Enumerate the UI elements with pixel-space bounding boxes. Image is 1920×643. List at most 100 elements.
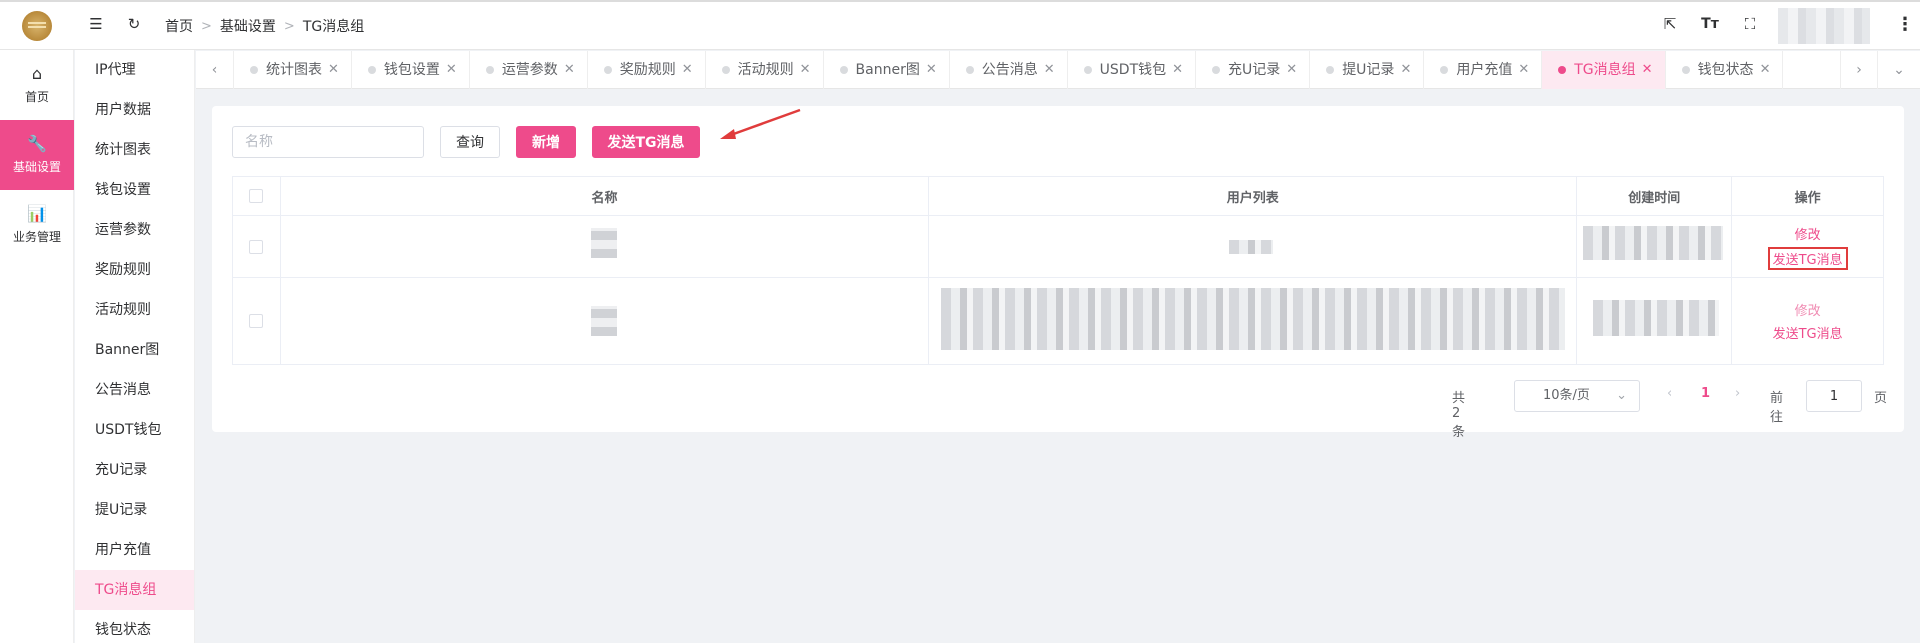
breadcrumb-home[interactable]: 首页	[165, 16, 193, 36]
close-icon[interactable]: ✕	[564, 51, 575, 89]
submenu-item-announcements[interactable]: 公告消息	[75, 370, 194, 410]
rail-item-home[interactable]: ⌂ 首页	[0, 50, 74, 120]
tab-activity-rules[interactable]: 活动规则 ✕	[706, 51, 824, 89]
tab-withdraw-records[interactable]: 提U记录 ✕	[1310, 51, 1425, 89]
submenu-item-reward-rules[interactable]: 奖励规则	[75, 250, 194, 290]
column-header-name: 名称	[281, 177, 930, 215]
home-icon: ⌂	[31, 64, 43, 83]
close-icon[interactable]: ✕	[926, 51, 937, 89]
tab-label: 运营参数	[501, 62, 558, 78]
tab-usdt-wallet[interactable]: USDT钱包 ✕	[1068, 51, 1197, 89]
tab-dot-icon	[839, 66, 848, 74]
submenu-item-wallet-status[interactable]: 钱包状态	[75, 610, 194, 643]
send-tg-message-button[interactable]: 发送TG消息	[592, 126, 700, 158]
page-size-select[interactable]: 10条/页 ⌄	[1514, 380, 1640, 412]
tabs-dropdown-icon[interactable]: ⌄	[1880, 51, 1918, 89]
submenu-item-stats-chart[interactable]: 统计图表	[75, 130, 194, 170]
redacted-name	[590, 228, 617, 258]
close-icon[interactable]: ✕	[1172, 51, 1183, 89]
rail-item-settings[interactable]: 🔧 基础设置	[0, 120, 74, 190]
tab-dot-icon	[1212, 66, 1221, 74]
pagination-total: 共 2 条	[1452, 391, 1466, 440]
page-suffix-label: 页	[1874, 391, 1888, 406]
submenu-item-deposit-records[interactable]: 充U记录	[75, 450, 194, 490]
close-icon[interactable]: ✕	[1286, 51, 1297, 89]
tab-reward-rules[interactable]: 奖励规则 ✕	[588, 51, 706, 89]
breadcrumb-separator-icon: >	[283, 18, 295, 34]
created-time-cell	[1577, 216, 1733, 277]
edit-link[interactable]: 修改	[1795, 300, 1821, 319]
tabs-scroll-right-icon[interactable]: ›	[1840, 51, 1878, 89]
tab-banner[interactable]: Banner图 ✕	[824, 51, 950, 89]
close-icon[interactable]: ✕	[328, 51, 339, 89]
tab-wallet-status[interactable]: 钱包状态 ✕	[1666, 51, 1784, 89]
submenu-item-withdraw-records[interactable]: 提U记录	[75, 490, 194, 530]
export-icon[interactable]: ⇱	[1660, 14, 1680, 34]
prev-page-icon[interactable]: ‹	[1667, 386, 1672, 401]
next-page-icon[interactable]: ›	[1735, 386, 1740, 401]
row-select-cell	[233, 216, 281, 277]
tab-dot-icon	[1083, 66, 1092, 74]
tab-user-recharge[interactable]: 用户充值 ✕	[1424, 51, 1543, 89]
refresh-icon[interactable]: ↻	[124, 14, 144, 34]
tab-label: Banner图	[855, 62, 920, 78]
avatar[interactable]	[1778, 8, 1870, 44]
tab-tg-group[interactable]: TG消息组 ✕	[1542, 51, 1666, 89]
close-icon[interactable]: ✕	[682, 51, 693, 89]
tab-operation-params[interactable]: 运营参数 ✕	[470, 51, 588, 89]
redacted-created-time	[1583, 226, 1724, 260]
submenu-item-usdt-wallet[interactable]: USDT钱包	[75, 410, 194, 450]
tab-dot-icon	[1326, 66, 1335, 74]
content-card: 查询 新增 发送TG消息 名称 用户列表 创建时间 操作 修改 发送TG消息	[212, 106, 1904, 440]
close-icon[interactable]: ✕	[1642, 51, 1653, 89]
send-tg-message-link[interactable]: 发送TG消息	[1773, 323, 1843, 342]
close-icon[interactable]: ✕	[1044, 51, 1055, 89]
close-icon[interactable]: ✕	[446, 51, 457, 89]
submenu-item-user-data[interactable]: 用户数据	[75, 90, 194, 130]
more-menu-icon[interactable]: ⋮	[1896, 14, 1914, 35]
query-button[interactable]: 查询	[440, 126, 500, 158]
fullscreen-icon[interactable]: ⛶	[1740, 14, 1760, 34]
actions-cell: 修改 发送TG消息	[1732, 278, 1883, 364]
tab-label: 钱包设置	[383, 62, 440, 78]
submenu-item-wallet-settings[interactable]: 钱包设置	[75, 170, 194, 210]
tab-dot-icon	[485, 66, 494, 74]
submenu-item-user-recharge[interactable]: 用户充值	[75, 530, 194, 570]
edit-link[interactable]: 修改	[1795, 224, 1821, 243]
font-size-icon[interactable]: Tт	[1700, 14, 1720, 34]
page-number-current[interactable]: 1	[1701, 386, 1710, 401]
breadcrumb-current: TG消息组	[302, 19, 365, 35]
tab-announcements[interactable]: 公告消息 ✕	[950, 51, 1068, 89]
submenu-item-tg-group[interactable]: TG消息组	[75, 570, 194, 610]
icon-sidebar: ⌂ 首页 🔧 基础设置 📊 业务管理	[0, 50, 74, 643]
tab-stats-chart[interactable]: 统计图表 ✕	[234, 51, 352, 89]
submenu-item-operation-params[interactable]: 运营参数	[75, 210, 194, 250]
submenu-item-ip-proxy[interactable]: IP代理	[75, 50, 194, 90]
tab-label: TG消息组	[1574, 62, 1636, 78]
table-row: 修改 发送TG消息	[233, 278, 1883, 364]
user-list-cell	[929, 216, 1578, 277]
collapse-menu-icon[interactable]: ☰	[86, 14, 106, 34]
submenu-item-banner[interactable]: Banner图	[75, 330, 194, 370]
tab-wallet-settings[interactable]: 钱包设置 ✕	[352, 51, 470, 89]
select-all-checkbox[interactable]	[249, 189, 264, 203]
top-bar: ☰ ↻ 首页 > 基础设置 > TG消息组 ⇱ Tт ⛶ ⋮	[0, 0, 1920, 50]
close-icon[interactable]: ✕	[1760, 51, 1771, 89]
tab-deposit-records[interactable]: 充U记录 ✕	[1196, 51, 1311, 89]
goto-page-input[interactable]	[1806, 380, 1862, 412]
breadcrumb-settings[interactable]: 基础设置	[220, 16, 276, 36]
send-tg-message-link[interactable]: 发送TG消息	[1767, 246, 1848, 270]
actions-cell: 修改 发送TG消息	[1732, 216, 1883, 277]
rail-item-business[interactable]: 📊 业务管理	[0, 190, 74, 260]
tabs-scroll-left-icon[interactable]: ‹	[196, 51, 234, 89]
row-checkbox[interactable]	[249, 314, 264, 328]
close-icon[interactable]: ✕	[1400, 51, 1411, 89]
row-checkbox[interactable]	[249, 239, 264, 254]
table-row: 修改 发送TG消息	[233, 216, 1883, 278]
search-input[interactable]	[232, 126, 424, 158]
sub-menu: IP代理 用户数据 统计图表 钱包设置 运营参数 奖励规则 活动规则 Banne…	[75, 50, 195, 643]
close-icon[interactable]: ✕	[1518, 51, 1529, 89]
submenu-item-activity-rules[interactable]: 活动规则	[75, 290, 194, 330]
add-button[interactable]: 新增	[516, 126, 576, 158]
close-icon[interactable]: ✕	[800, 51, 811, 89]
